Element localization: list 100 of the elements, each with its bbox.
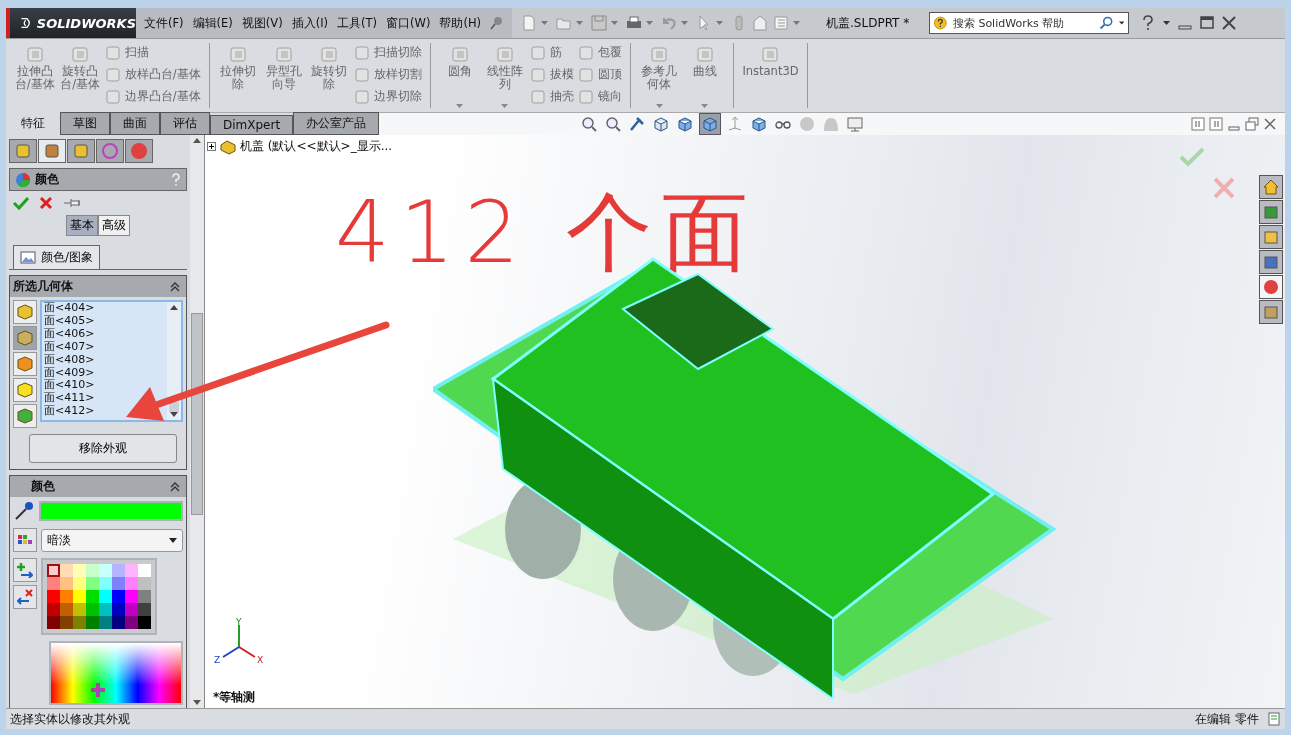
caret-icon[interactable] bbox=[169, 537, 177, 543]
config-tab[interactable] bbox=[67, 139, 95, 163]
tab[interactable]: DimXpert bbox=[210, 115, 294, 135]
list-item[interactable]: 面<408> bbox=[44, 353, 95, 367]
section-header[interactable]: 颜色 bbox=[10, 476, 186, 497]
color-swatch[interactable] bbox=[60, 590, 73, 603]
ribbon-button[interactable]: 异型孔向导 bbox=[263, 43, 305, 108]
color-swatch[interactable] bbox=[138, 577, 151, 590]
ribbon-button[interactable]: 曲线 bbox=[684, 43, 726, 108]
menu-item[interactable]: 窗口(W) bbox=[386, 15, 431, 31]
list-item[interactable]: 面<410> bbox=[44, 379, 95, 393]
ribbon-button[interactable]: 边界凸台/基体 bbox=[104, 87, 201, 106]
ribbon-button[interactable]: Instant3D bbox=[742, 43, 799, 108]
selection-list[interactable]: 面<404> 面<405> 面<406> 面<407> 面<408> 面<409> 面<410> 面<411> 面<412> bbox=[40, 300, 183, 422]
color-swatch[interactable] bbox=[73, 616, 86, 629]
color-swatch[interactable] bbox=[138, 616, 151, 629]
color-swatch[interactable] bbox=[125, 564, 138, 577]
color-swatch[interactable] bbox=[112, 616, 125, 629]
scroll-up-icon[interactable] bbox=[170, 305, 178, 310]
expand-icon[interactable] bbox=[207, 142, 216, 151]
tree-root-label[interactable]: 机盖 (默认<<默认>_显示... bbox=[240, 138, 393, 155]
tab[interactable]: 评估 bbox=[160, 112, 210, 135]
close-icon[interactable] bbox=[1263, 117, 1277, 131]
dimxpert-tab[interactable] bbox=[96, 139, 124, 163]
list-item[interactable]: 面<411> bbox=[44, 392, 95, 406]
color-swatch[interactable] bbox=[99, 590, 112, 603]
ribbon-button[interactable]: 筋 bbox=[529, 43, 574, 62]
scroll-down-icon[interactable] bbox=[193, 700, 201, 705]
ribbon-button[interactable]: 圆顶 bbox=[577, 65, 622, 84]
color-swatch[interactable] bbox=[47, 564, 60, 577]
color-swatch[interactable] bbox=[47, 616, 60, 629]
color-swatch[interactable] bbox=[125, 603, 138, 616]
remove-appearance-button[interactable]: 移除外观 bbox=[29, 434, 177, 463]
tab[interactable]: 曲面 bbox=[110, 112, 160, 135]
color-swatch[interactable] bbox=[125, 616, 138, 629]
box-filter-button[interactable] bbox=[13, 378, 37, 402]
display-tab[interactable] bbox=[125, 139, 153, 163]
remove-color-button[interactable] bbox=[13, 585, 37, 609]
cube-icon[interactable] bbox=[699, 113, 722, 135]
color-swatch[interactable] bbox=[60, 603, 73, 616]
graphics-area[interactable]: 机盖 (默认<<默认>_显示... 412 个面 Y Z X *等轴测 bbox=[205, 135, 1285, 708]
color-swatch[interactable] bbox=[138, 590, 151, 603]
color-swatch[interactable] bbox=[86, 590, 99, 603]
tile-left-icon[interactable] bbox=[1191, 117, 1205, 131]
menu-item[interactable]: 工具(T) bbox=[337, 15, 378, 31]
palette-button[interactable] bbox=[13, 528, 37, 552]
tab[interactable]: 草图 bbox=[60, 112, 110, 135]
color-swatch[interactable] bbox=[112, 590, 125, 603]
monitor-icon[interactable] bbox=[845, 114, 866, 134]
color-swatch[interactable] bbox=[86, 577, 99, 590]
color-swatch[interactable] bbox=[47, 590, 60, 603]
ribbon-button[interactable]: 旋转切除 bbox=[308, 43, 350, 108]
color-swatch[interactable] bbox=[125, 577, 138, 590]
color-swatch[interactable] bbox=[99, 577, 112, 590]
ribbon-button[interactable]: 线性阵列 bbox=[484, 43, 526, 108]
search-box[interactable]: 搜索 SolidWorks 帮助 bbox=[929, 12, 1130, 34]
ribbon-button[interactable]: 包覆 bbox=[577, 43, 622, 62]
ribbon-button[interactable]: 放样切割 bbox=[353, 65, 422, 84]
ribbon-button[interactable]: 放样凸台/基体 bbox=[104, 65, 201, 84]
list-item[interactable]: 面<409> bbox=[44, 366, 95, 380]
collapse-icon[interactable] bbox=[170, 281, 180, 292]
house-icon[interactable] bbox=[1259, 175, 1283, 199]
color-swatch[interactable] bbox=[73, 603, 86, 616]
color-swatch[interactable] bbox=[86, 603, 99, 616]
scroll-thumb[interactable] bbox=[169, 402, 179, 412]
color-swatch[interactable] bbox=[138, 564, 151, 577]
color-swatch[interactable] bbox=[60, 577, 73, 590]
mode-button[interactable]: 高级 bbox=[98, 215, 130, 236]
tile-right-icon[interactable] bbox=[1209, 117, 1223, 131]
color-swatch[interactable] bbox=[99, 616, 112, 629]
color-swatch[interactable] bbox=[47, 603, 60, 616]
ribbon-button[interactable]: 扫描切除 bbox=[353, 43, 422, 62]
ribbon-button[interactable]: 圆角 bbox=[438, 43, 481, 108]
list-icon[interactable] bbox=[772, 14, 791, 32]
color-swatch[interactable] bbox=[112, 577, 125, 590]
list-item[interactable]: 面<405> bbox=[44, 314, 95, 328]
ribbon-button[interactable]: 边界切除 bbox=[353, 87, 422, 106]
feature-filter-button[interactable] bbox=[13, 404, 37, 428]
tab[interactable]: 颜色/图象 bbox=[13, 245, 101, 269]
preset-dropdown[interactable]: 暗淡 bbox=[41, 528, 183, 552]
color-swatch[interactable] bbox=[112, 603, 125, 616]
menu-item[interactable]: 插入(I) bbox=[291, 15, 329, 31]
menu-item[interactable]: 文件(F) bbox=[144, 15, 184, 31]
crosshair-icon[interactable] bbox=[91, 683, 105, 697]
color-swatch[interactable] bbox=[73, 577, 86, 590]
list-item[interactable]: 面<404> bbox=[44, 302, 95, 315]
scrollbar[interactable] bbox=[190, 135, 204, 708]
collapse-icon[interactable] bbox=[170, 481, 180, 492]
color-swatch[interactable] bbox=[86, 616, 99, 629]
color-swatch[interactable] bbox=[60, 564, 73, 577]
close-icon[interactable] bbox=[39, 196, 53, 210]
cube-filter-button[interactable] bbox=[13, 326, 37, 350]
ribbon-button[interactable]: 镜向 bbox=[577, 87, 622, 106]
color-swatch[interactable] bbox=[99, 603, 112, 616]
color-spectrum[interactable] bbox=[49, 641, 183, 705]
list-item[interactable]: 面<407> bbox=[44, 340, 95, 354]
ribbon-button[interactable]: 拔模 bbox=[529, 65, 574, 84]
restore-icon[interactable] bbox=[1245, 117, 1259, 131]
color-swatch[interactable] bbox=[125, 590, 138, 603]
ribbon-button[interactable]: 拉伸切除 bbox=[217, 43, 260, 108]
